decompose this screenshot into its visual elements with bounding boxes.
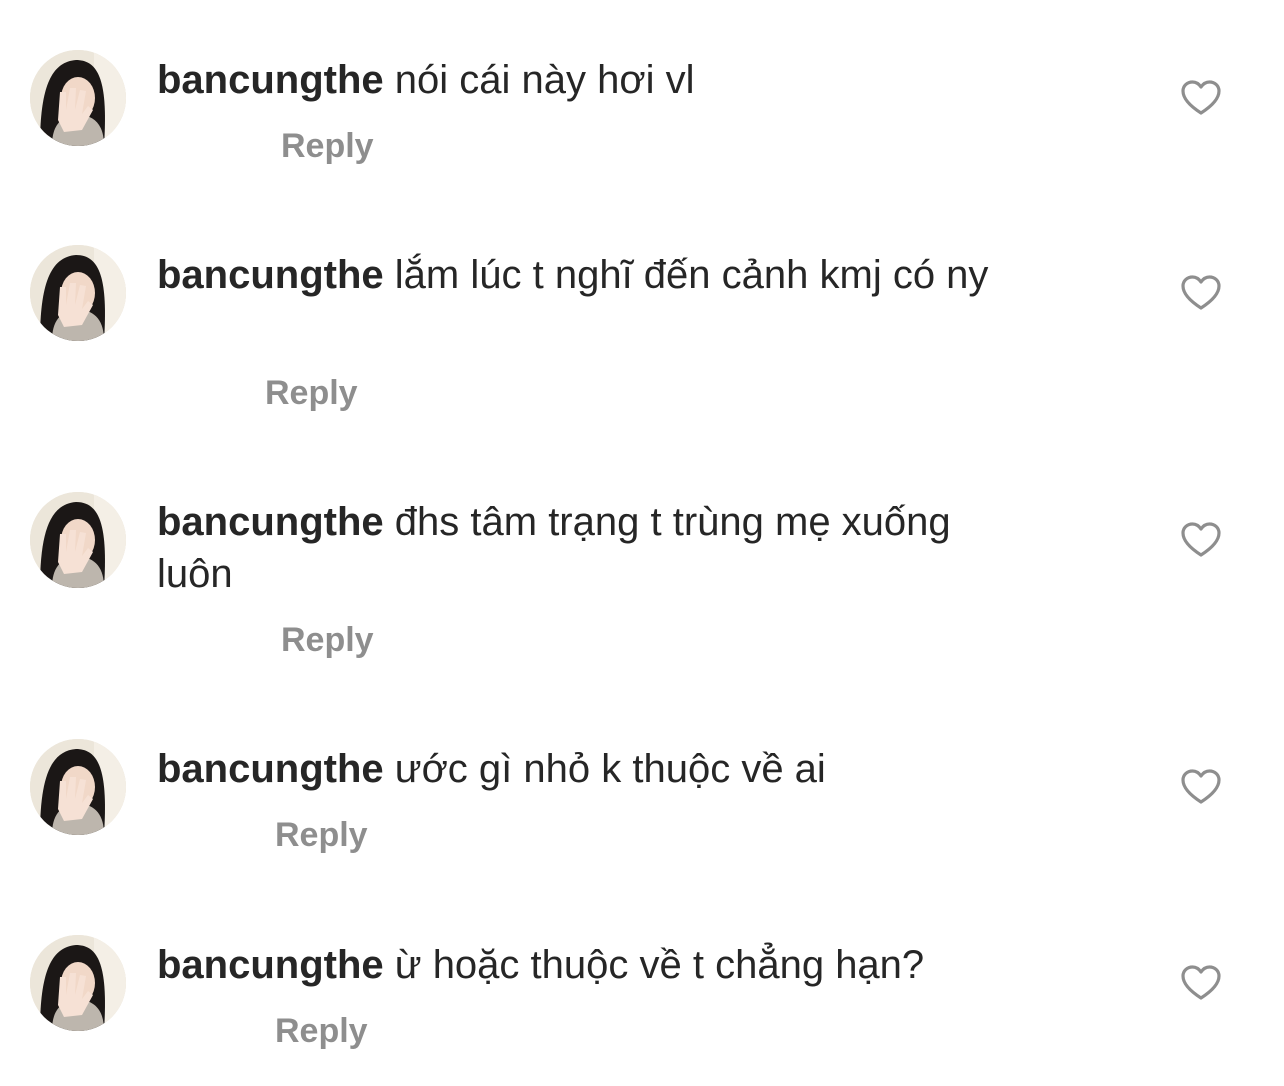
like-button[interactable]: [1181, 522, 1221, 558]
comment-body: ừ hoặc thuộc về t chẳng hạn?: [394, 943, 925, 987]
avatar[interactable]: [30, 492, 126, 588]
like-button[interactable]: [1181, 275, 1221, 311]
heart-outline-icon: [1181, 522, 1221, 557]
heart-outline-icon: [1181, 965, 1221, 1000]
comment-username[interactable]: bancungthe: [157, 943, 384, 987]
comment-body: ước gì nhỏ k thuộc về ai: [394, 747, 826, 791]
comment-body: lắm lúc t nghĩ đến cảnh kmj có ny: [394, 253, 989, 297]
like-button[interactable]: [1181, 965, 1221, 1001]
avatar-image: [30, 739, 126, 835]
reply-button[interactable]: Reply: [275, 815, 368, 855]
comment-body: nói cái này hơi vl: [394, 58, 695, 102]
comment-text-block: bancungthe lắm lúc t nghĩ đến cảnh kmj c…: [157, 249, 1037, 301]
avatar[interactable]: [30, 245, 126, 341]
like-button[interactable]: [1181, 769, 1221, 805]
reply-button[interactable]: Reply: [265, 373, 358, 413]
avatar-image: [30, 245, 126, 341]
heart-outline-icon: [1181, 80, 1221, 115]
comment-username[interactable]: bancungthe: [157, 747, 384, 791]
reply-button[interactable]: Reply: [275, 1011, 368, 1051]
reply-button[interactable]: Reply: [281, 126, 374, 166]
avatar[interactable]: [30, 739, 126, 835]
comment-username[interactable]: bancungthe: [157, 58, 384, 102]
comment-text-block: bancungthe đhs tâm trạng t trùng mẹ xuốn…: [157, 496, 1037, 600]
comment-text-block: bancungthe ừ hoặc thuộc về t chẳng hạn?: [157, 939, 1037, 991]
heart-outline-icon: [1181, 769, 1221, 804]
comment-username[interactable]: bancungthe: [157, 253, 384, 297]
avatar-image: [30, 935, 126, 1031]
comment-text-block: bancungthe nói cái này hơi vl: [157, 54, 1037, 106]
comment-text-block: bancungthe ước gì nhỏ k thuộc về ai: [157, 743, 1037, 795]
heart-outline-icon: [1181, 275, 1221, 310]
like-button[interactable]: [1181, 80, 1221, 116]
avatar[interactable]: [30, 935, 126, 1031]
reply-button[interactable]: Reply: [281, 620, 374, 660]
comment-username[interactable]: bancungthe: [157, 500, 384, 544]
avatar-image: [30, 50, 126, 146]
avatar-image: [30, 492, 126, 588]
avatar[interactable]: [30, 50, 126, 146]
